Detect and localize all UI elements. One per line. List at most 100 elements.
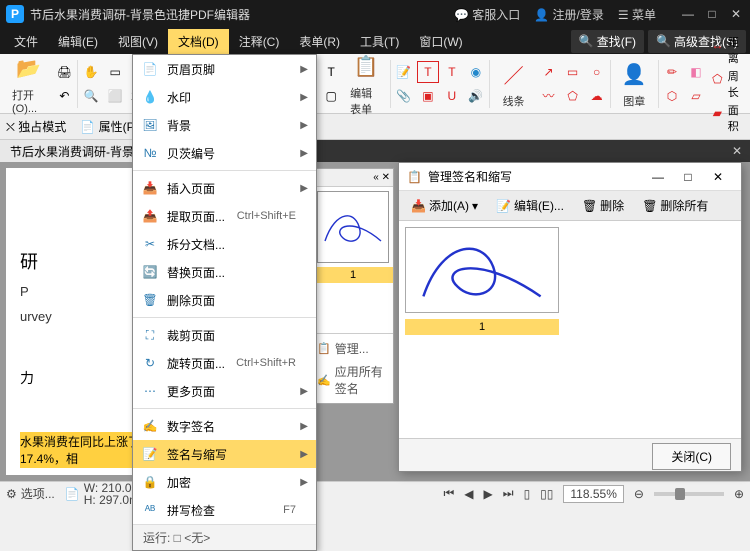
menu-item[interactable]: ⋯更多页面▶ (133, 377, 316, 405)
stamp-icon[interactable]: ◉ (465, 61, 487, 83)
arrow-icon[interactable]: ↗ (538, 61, 560, 83)
objedit-icon[interactable]: ▢ (320, 85, 342, 107)
menu-item-icon: 🖼 (141, 116, 159, 134)
find-button[interactable]: 🔍 查找(F) (571, 30, 644, 53)
panel-collapse[interactable]: « ✕ (313, 169, 393, 187)
minimize-button[interactable]: — (680, 6, 696, 22)
shape2-icon[interactable]: ▱ (685, 85, 707, 107)
cloud-icon[interactable]: ☁ (586, 85, 608, 107)
open-button[interactable]: 📂 打开(O)... (6, 53, 51, 115)
add-signature-button[interactable]: 📥 添加(A) ▾ (405, 194, 484, 217)
layout2-icon[interactable]: ▯▯ (540, 487, 553, 501)
login-link[interactable]: 👤 注册/登录 (534, 6, 604, 23)
layout1-icon[interactable]: ▯ (524, 487, 531, 501)
hand-icon[interactable]: ✋ (80, 61, 102, 83)
polygon-icon[interactable]: ⬠ (562, 85, 584, 107)
close-button[interactable]: ✕ (728, 6, 744, 22)
print-icon[interactable]: 🖨 (53, 61, 75, 83)
dialog-min[interactable]: — (643, 170, 673, 184)
dialog-max[interactable]: □ (673, 170, 703, 184)
nav-prev[interactable]: ◀ (464, 487, 473, 501)
zoom-slider[interactable] (654, 492, 724, 496)
area-icon[interactable]: ▰ (709, 102, 726, 124)
select-icon[interactable]: ▭ (104, 61, 126, 83)
menu-item[interactable]: №贝茨编号▶ (133, 139, 316, 167)
menu-edit[interactable]: 编辑(E) (48, 29, 108, 54)
signature-item[interactable] (405, 227, 559, 313)
menu-item-icon: ᴬᴮ (141, 501, 159, 519)
delete-all-button[interactable]: 🗑 删除所有 (636, 194, 714, 217)
textedit-icon[interactable]: T (320, 61, 342, 83)
manage-signatures-button[interactable]: 📋 管理... (317, 340, 389, 357)
statusbar: ⚙ 选项... 📄 W: 210.0mmH: 297.0mm ✛ X:Y: ⏮ … (0, 481, 750, 505)
dialog-close[interactable]: ✕ (703, 170, 733, 184)
menu-item[interactable]: ↻旋转页面...Ctrl+Shift+R (133, 349, 316, 377)
polyline-icon[interactable]: 〰 (538, 85, 560, 107)
menu-item[interactable]: 🖼背景▶ (133, 111, 316, 139)
service-link[interactable]: 💬 客服入口 (454, 6, 520, 23)
close-button[interactable]: 关闭(C) (652, 443, 731, 470)
menu-document[interactable]: 文档(D) (168, 29, 229, 54)
delete-signature-button[interactable]: 🗑 删除 (576, 194, 630, 217)
maximize-button[interactable]: □ (704, 6, 720, 22)
menu-item-icon: 📄 (141, 60, 159, 78)
menu-item[interactable]: ⛶裁剪页面 (133, 321, 316, 349)
document-menu-dropdown: 📄页眉页脚▶💧水印▶🖼背景▶№贝茨编号▶ 📥插入页面▶📤提取页面...Ctrl+S… (132, 54, 317, 551)
menu-item[interactable]: 🗑删除页面 (133, 286, 316, 314)
pencil-icon[interactable]: ✏ (661, 61, 683, 83)
rect-icon[interactable]: ▭ (562, 61, 584, 83)
nav-next[interactable]: ▶ (484, 487, 493, 501)
menu-item[interactable]: 📄页眉页脚▶ (133, 55, 316, 83)
zoom-in[interactable]: ⊕ (734, 487, 744, 501)
dist-icon[interactable]: ↔ (709, 34, 726, 56)
edit-form-button[interactable]: 📋 编辑表单 (344, 51, 388, 117)
sound-icon[interactable]: 🔊 (465, 85, 487, 107)
menu-link[interactable]: ☰ 菜单 (618, 6, 656, 23)
menu-file[interactable]: 文件 (4, 29, 48, 54)
menu-item[interactable]: ✂拆分文档... (133, 230, 316, 258)
zoom-out[interactable]: ⊖ (634, 487, 644, 501)
note-icon[interactable]: 📝 (393, 61, 415, 83)
chevron-right-icon: ▶ (300, 120, 308, 131)
tab-close-all[interactable]: ✕ (724, 144, 750, 158)
text-icon[interactable]: T (417, 61, 439, 83)
eraser-icon[interactable]: ◧ (685, 61, 707, 83)
chevron-right-icon: ▶ (300, 148, 308, 159)
undo-icon[interactable]: ↶ (53, 85, 75, 107)
shape1-icon[interactable]: ⬡ (661, 85, 683, 107)
menu-comment[interactable]: 注释(C) (229, 29, 290, 54)
menu-item[interactable]: 📝签名与缩写▶ (133, 440, 316, 468)
oval-icon[interactable]: ○ (586, 61, 608, 83)
manage-signatures-dialog: 📋 管理签名和缩写 — □ ✕ 📥 添加(A) ▾ 📝 编辑(E)... 🗑 删… (398, 162, 742, 472)
menu-form[interactable]: 表单(R) (289, 29, 350, 54)
underline-icon[interactable]: U (441, 85, 463, 107)
menu-item[interactable]: ✍数字签名▶ (133, 412, 316, 440)
options-button[interactable]: ⚙ 选项... (6, 485, 55, 502)
attach-icon[interactable]: 📎 (393, 85, 415, 107)
fit-icon[interactable]: ⬜ (104, 85, 126, 107)
callout-icon[interactable]: ▣ (417, 85, 439, 107)
apply-all-button[interactable]: ✍ 应用所有签名 (317, 363, 389, 397)
menu-item-label: 插入页面 (167, 180, 215, 197)
perim-icon[interactable]: ⬠ (709, 68, 726, 90)
zoom-icon[interactable]: 🔍 (80, 85, 102, 107)
stamp-tool[interactable]: 👤 图章 (612, 59, 656, 109)
menu-item-icon: 🔄 (141, 263, 159, 281)
nav-last[interactable]: ⏭ (503, 486, 514, 501)
menu-item[interactable]: 💧水印▶ (133, 83, 316, 111)
highlight-icon[interactable]: T (441, 61, 463, 83)
signature-thumb[interactable] (317, 191, 389, 263)
menu-item[interactable]: ᴬᴮ拼写检查F7 (133, 496, 316, 524)
zoom-value[interactable]: 118.55% (563, 485, 623, 503)
menu-item-icon: ↻ (141, 354, 159, 372)
menu-item[interactable]: 🔄替换页面... (133, 258, 316, 286)
exclusive-mode[interactable]: ⛌ 独占模式 (6, 118, 66, 135)
nav-first[interactable]: ⏮ (443, 486, 454, 501)
edit-signature-button[interactable]: 📝 编辑(E)... (490, 194, 570, 217)
menu-view[interactable]: 视图(V) (108, 29, 168, 54)
menu-item[interactable]: 🔒加密▶ (133, 468, 316, 496)
menu-window[interactable]: 窗口(W) (409, 29, 472, 54)
line-tool[interactable]: ／ 线条 (492, 59, 536, 109)
menu-item[interactable]: 📤提取页面...Ctrl+Shift+E (133, 202, 316, 230)
menu-item[interactable]: 📥插入页面▶ (133, 174, 316, 202)
